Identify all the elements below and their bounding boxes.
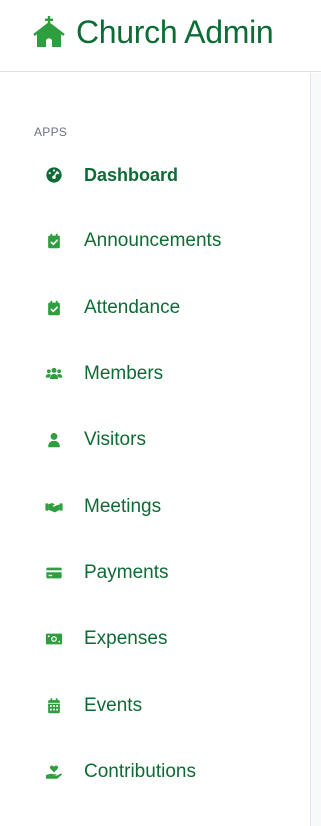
sidebar-item-label: Contributions [84, 760, 196, 782]
users-icon [44, 364, 64, 384]
sidebar-item-meetings[interactable]: Meetings [0, 473, 310, 539]
hand-holding-heart-icon [44, 762, 64, 782]
calendar-check-icon [44, 231, 64, 251]
sidebar-item-visitors[interactable]: Visitors [0, 407, 310, 473]
sidebar-item-label: Members [84, 363, 164, 385]
sidebar-item-events[interactable]: Events [0, 672, 310, 738]
sidebar-item-label: Expenses [84, 628, 168, 650]
sidebar-item-label: Events [84, 694, 143, 716]
church-icon [31, 14, 67, 50]
sidebar-nav: Dashboard Announcements Attendance Membe… [0, 142, 310, 805]
sidebar-item-attendance[interactable]: Attendance [0, 275, 310, 341]
brand-link[interactable]: Church Admin [31, 14, 274, 50]
content-edge [310, 73, 321, 826]
sidebar-item-dashboard[interactable]: Dashboard [0, 142, 310, 208]
sidebar-item-label: Meetings [84, 495, 162, 517]
calendar-check-icon [44, 298, 64, 318]
sidebar-item-contributions[interactable]: Contributions [0, 739, 310, 805]
app-header: Church Admin [0, 0, 321, 72]
sidebar-item-announcements[interactable]: Announcements [0, 208, 310, 274]
sidebar-item-label: Announcements [84, 230, 222, 252]
sidebar-item-expenses[interactable]: Expenses [0, 606, 310, 672]
sidebar-item-label: Visitors [84, 429, 146, 451]
calendar-grid-icon [44, 696, 64, 716]
sidebar-item-label: Dashboard [84, 164, 179, 185]
user-icon [44, 430, 64, 450]
handshake-icon [44, 497, 64, 517]
section-label-apps: APPS [34, 125, 68, 139]
app-title: Church Admin [76, 14, 274, 50]
credit-card-icon [44, 563, 64, 583]
sidebar-item-label: Attendance [84, 296, 181, 318]
sidebar-item-members[interactable]: Members [0, 341, 310, 407]
sidebar-item-label: Payments [84, 561, 169, 583]
money-bill-icon [44, 629, 64, 649]
sidebar-item-payments[interactable]: Payments [0, 540, 310, 606]
gauge-icon [44, 165, 64, 185]
